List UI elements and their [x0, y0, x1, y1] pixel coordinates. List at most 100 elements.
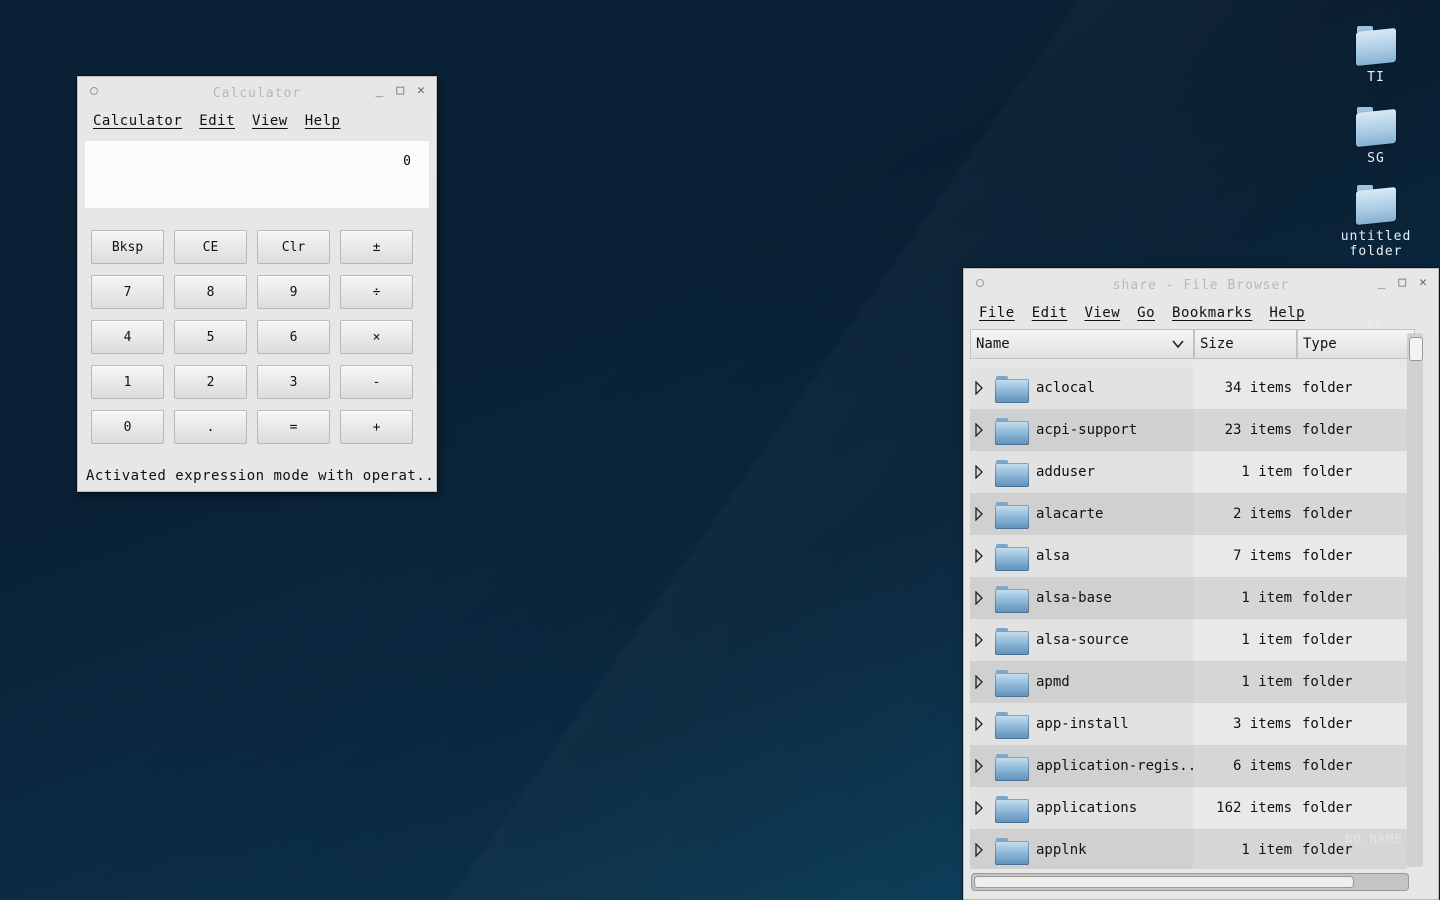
menu-go[interactable]: Go	[1137, 305, 1155, 321]
table-row[interactable]: adduser 1 item folder	[970, 451, 1407, 493]
expand-triangle-icon[interactable]	[970, 423, 988, 437]
folder-icon	[1354, 181, 1398, 226]
menu-help[interactable]: Help	[305, 113, 341, 129]
table-row[interactable]: alsa-source 1 item folder	[970, 619, 1407, 661]
desktop-icon-label: SG	[1367, 151, 1385, 166]
calculator-display[interactable]: 0	[85, 141, 429, 208]
table-row[interactable]: apmd 1 item folder	[970, 661, 1407, 703]
key-2[interactable]: 2	[174, 365, 247, 399]
expand-triangle-icon[interactable]	[970, 675, 988, 689]
file-size: 3 items	[1232, 716, 1292, 732]
menu-view[interactable]: View	[1084, 305, 1120, 321]
file-name: applnk	[1036, 842, 1087, 858]
key-3[interactable]: 3	[257, 365, 330, 399]
table-row[interactable]: acpi-support 23 items folder	[970, 409, 1407, 451]
expand-triangle-icon[interactable]	[970, 507, 988, 521]
key-subtract[interactable]: -	[340, 365, 413, 399]
folder-icon	[994, 456, 1030, 488]
file-browser-titlebar[interactable]: share - File Browser _ □ ✕	[964, 269, 1438, 299]
key-multiply[interactable]: ×	[340, 320, 413, 354]
column-size-label: Size	[1200, 336, 1234, 352]
maximize-icon[interactable]: □	[396, 83, 405, 98]
table-row[interactable]: alsa 7 items folder	[970, 535, 1407, 577]
column-header-type[interactable]: Type	[1297, 329, 1415, 359]
expand-triangle-icon[interactable]	[970, 591, 988, 605]
file-size: 6 items	[1232, 758, 1292, 774]
expand-triangle-icon[interactable]	[970, 549, 988, 563]
desktop-ghost-label-nm: nm	[1367, 318, 1384, 332]
table-row[interactable]: applications 162 items folder	[970, 787, 1407, 829]
desktop-icon-ti[interactable]: TI	[1316, 22, 1436, 85]
minimize-icon[interactable]: _	[376, 83, 385, 98]
file-name: alsa-base	[1036, 590, 1112, 606]
calculator-titlebar[interactable]: Calculator _ □ ✕	[78, 77, 436, 107]
key-7[interactable]: 7	[91, 275, 164, 309]
menu-bookmarks[interactable]: Bookmarks	[1172, 305, 1252, 321]
column-header: Name Size Type	[970, 329, 1438, 359]
menu-help[interactable]: Help	[1269, 305, 1305, 321]
menu-file[interactable]: File	[979, 305, 1015, 321]
column-header-name[interactable]: Name	[970, 329, 1194, 359]
expand-triangle-icon[interactable]	[970, 633, 988, 647]
calculator-status: Activated expression mode with operat...	[86, 468, 444, 484]
key-clear-entry[interactable]: CE	[174, 230, 247, 264]
key-1[interactable]: 1	[91, 365, 164, 399]
expand-triangle-icon[interactable]	[970, 717, 988, 731]
file-size: 1 item	[1241, 842, 1292, 858]
chevron-down-icon	[1172, 340, 1184, 349]
calculator-keypad: Bksp CE Clr ± 7 8 9 ÷ 4 5 6 × 1 2 3 - 0 …	[91, 230, 436, 444]
calculator-window: Calculator _ □ ✕ Calculator Edit View He…	[77, 76, 443, 492]
key-0[interactable]: 0	[91, 410, 164, 444]
vertical-scroll-thumb[interactable]	[1409, 337, 1423, 361]
table-row[interactable]: alsa-base 1 item folder	[970, 577, 1407, 619]
table-row[interactable]: applnk 1 item folder	[970, 829, 1407, 869]
maximize-icon[interactable]: □	[1398, 275, 1407, 290]
menu-view[interactable]: View	[252, 113, 288, 129]
file-type: folder	[1302, 506, 1353, 522]
minimize-icon[interactable]: _	[1378, 275, 1387, 290]
desktop-icon-sg[interactable]: SG	[1316, 103, 1436, 166]
file-list: aclocal 34 items folder acpi-support 23 item…	[970, 367, 1407, 869]
expand-triangle-icon[interactable]	[970, 759, 988, 773]
expand-triangle-icon[interactable]	[970, 465, 988, 479]
table-row[interactable]: alacarte 2 items folder	[970, 493, 1407, 535]
file-type: folder	[1302, 590, 1353, 606]
folder-icon	[994, 498, 1030, 530]
close-icon[interactable]: ✕	[1419, 275, 1428, 290]
key-backspace[interactable]: Bksp	[91, 230, 164, 264]
vertical-scrollbar[interactable]	[1407, 333, 1423, 867]
file-type: folder	[1302, 464, 1353, 480]
table-row[interactable]: aclocal 34 items folder	[970, 367, 1407, 409]
desktop-icon-untitled-folder[interactable]: untitled folder	[1316, 181, 1436, 259]
key-decimal[interactable]: .	[174, 410, 247, 444]
expand-triangle-icon[interactable]	[970, 801, 988, 815]
key-add[interactable]: +	[340, 410, 413, 444]
close-icon[interactable]: ✕	[417, 83, 426, 98]
key-4[interactable]: 4	[91, 320, 164, 354]
key-5[interactable]: 5	[174, 320, 247, 354]
file-name: adduser	[1036, 464, 1096, 480]
expand-triangle-icon[interactable]	[970, 843, 988, 857]
desktop-ghost-label-noname: NO_NAME	[1345, 832, 1403, 846]
file-name: acpi-support	[1036, 422, 1138, 438]
menu-edit[interactable]: Edit	[199, 113, 235, 129]
table-row[interactable]: app-install 3 items folder	[970, 703, 1407, 745]
horizontal-scroll-thumb[interactable]	[974, 876, 1354, 888]
key-9[interactable]: 9	[257, 275, 330, 309]
column-header-size[interactable]: Size	[1194, 329, 1297, 359]
key-8[interactable]: 8	[174, 275, 247, 309]
file-size: 23 items	[1224, 422, 1292, 438]
expand-triangle-icon[interactable]	[970, 381, 988, 395]
key-divide[interactable]: ÷	[340, 275, 413, 309]
file-type: folder	[1302, 716, 1353, 732]
key-6[interactable]: 6	[257, 320, 330, 354]
key-plus-minus[interactable]: ±	[340, 230, 413, 264]
table-row[interactable]: application-regis... 6 items folder	[970, 745, 1407, 787]
file-name: application-regis...	[1036, 758, 1197, 774]
horizontal-scrollbar[interactable]	[971, 873, 1409, 891]
key-equals[interactable]: =	[257, 410, 330, 444]
key-clear[interactable]: Clr	[257, 230, 330, 264]
menu-edit[interactable]: Edit	[1032, 305, 1068, 321]
folder-icon	[994, 708, 1030, 740]
menu-calculator[interactable]: Calculator	[93, 113, 182, 129]
